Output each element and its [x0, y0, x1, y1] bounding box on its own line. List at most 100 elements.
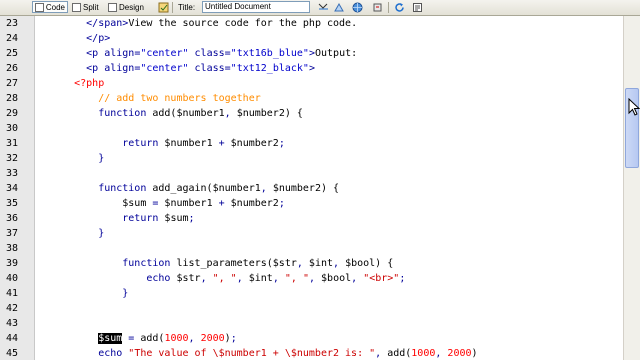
code-token: echo — [98, 348, 129, 359]
code-text: echo $str, ", ", $int, ", ", $bool, "<br… — [146, 271, 405, 286]
code-line: 39 function list_parameters($str, $int, $… — [0, 256, 623, 271]
debug-icon[interactable] — [372, 2, 383, 13]
line-number: 42 — [6, 303, 19, 314]
line-number: 44 — [6, 333, 19, 344]
code-line: 28 // add two numbers together — [0, 91, 623, 106]
code-token: + — [212, 138, 231, 149]
code-text: } — [122, 286, 128, 301]
code-line: 42 — [0, 301, 623, 316]
code-token: ) { — [320, 183, 340, 194]
code-token: return — [122, 138, 165, 149]
file-management-icon[interactable] — [318, 2, 329, 13]
code-token: ; — [188, 213, 195, 224]
code-token: $int — [248, 273, 273, 284]
code-token: 1000 — [164, 333, 189, 344]
line-number: 27 — [6, 78, 19, 89]
line-number: 33 — [6, 168, 19, 179]
code-text: function list_parameters($str, $int, $bo… — [122, 256, 393, 271]
line-number: 35 — [6, 198, 19, 209]
line-number: 28 — [6, 93, 19, 104]
code-token: <?php — [74, 78, 105, 89]
code-token: + — [212, 198, 231, 209]
code-text: <p align="center" class="txt12_black"> — [86, 61, 315, 76]
code-token: $number2 — [230, 198, 279, 209]
code-text: function add_again($number1, $number2) { — [98, 181, 339, 196]
line-number: 23 — [6, 18, 19, 29]
code-line: 27 <?php — [0, 76, 623, 91]
code-token: align= — [104, 48, 141, 59]
code-line: 43 — [0, 316, 623, 331]
globe-icon[interactable] — [352, 2, 363, 13]
line-number: 37 — [6, 228, 19, 239]
design-view-button[interactable]: Design — [106, 1, 150, 13]
line-number: 32 — [6, 153, 19, 164]
code-token: , — [375, 348, 388, 359]
line-number: 34 — [6, 183, 19, 194]
code-line: 30 — [0, 121, 623, 136]
toolbar-separator — [388, 2, 389, 13]
live-view-icon[interactable] — [158, 2, 169, 13]
code-token: </p> — [86, 33, 111, 44]
code-line: 37} — [0, 226, 623, 241]
code-token: "center" — [140, 63, 189, 74]
code-token: class= — [188, 63, 231, 74]
line-number: 43 — [6, 318, 19, 329]
code-token: add( — [387, 348, 412, 359]
line-number: 38 — [6, 243, 19, 254]
code-text: <p align="center" class="txt16b_blue">Ou… — [86, 46, 357, 61]
code-token: $bool — [345, 258, 376, 269]
split-view-icon — [72, 2, 81, 12]
code-token: Output: — [314, 48, 358, 59]
code-line: 36 return $sum; — [0, 211, 623, 226]
code-token: "txt12_black" — [230, 63, 309, 74]
code-token: 2000 — [447, 348, 472, 359]
code-token: <p — [86, 48, 105, 59]
code-text: </p> — [86, 31, 110, 46]
split-view-button[interactable]: Split — [70, 1, 104, 13]
code-token: 1000 — [411, 348, 436, 359]
code-token: list_parameters( — [176, 258, 273, 269]
preview-browser-icon[interactable] — [334, 2, 345, 13]
code-token: return — [122, 213, 165, 224]
code-view-icon — [35, 2, 44, 12]
line-number: 25 — [6, 48, 19, 59]
code-token: add( — [152, 108, 177, 119]
code-text: $sum = $number1 + $number2; — [122, 196, 285, 211]
code-token: $number2 — [230, 138, 279, 149]
vertical-scrollbar[interactable] — [623, 16, 640, 360]
code-text: } — [98, 151, 104, 166]
code-token: $number1 — [212, 183, 261, 194]
code-line: 40 echo $str, ", ", $int, ", ", $bool, "<… — [0, 271, 623, 286]
code-view-button[interactable]: Code — [32, 1, 68, 13]
line-number: 26 — [6, 63, 19, 74]
code-token: , — [296, 258, 309, 269]
code-line: 38 — [0, 241, 623, 256]
code-token: } — [98, 153, 105, 164]
code-token: // add two numbers together — [98, 93, 261, 104]
code-line: 33 — [0, 166, 623, 181]
code-line: 35 $sum = $number1 + $number2; — [0, 196, 623, 211]
code-token: echo — [146, 273, 177, 284]
refresh-icon[interactable] — [394, 2, 405, 13]
title-input[interactable]: Untitled Document — [202, 1, 310, 13]
code-token: 2000 — [200, 333, 225, 344]
line-number: 31 — [6, 138, 19, 149]
code-editor[interactable]: 23 </span>View the source code for the ph… — [0, 16, 623, 360]
code-line: 44 $sum = add(1000, 2000); — [0, 331, 623, 346]
code-token: ; — [399, 273, 406, 284]
code-line: 32} — [0, 151, 623, 166]
code-line: 45 echo "The value of \$number1 + \$numbe… — [0, 346, 623, 360]
code-text: return $number1 + $number2; — [122, 136, 285, 151]
code-token: $number1 — [176, 108, 225, 119]
line-number: 41 — [6, 288, 19, 299]
code-token: , — [224, 108, 237, 119]
code-token: ) — [471, 348, 478, 359]
code-token: align= — [104, 63, 141, 74]
code-token: function — [122, 258, 177, 269]
code-line: 41} — [0, 286, 623, 301]
view-options-icon[interactable] — [412, 2, 423, 13]
code-token: class= — [188, 48, 231, 59]
code-token: ; — [278, 138, 285, 149]
split-view-label: Split — [83, 2, 99, 12]
line-number: 24 — [6, 33, 19, 44]
